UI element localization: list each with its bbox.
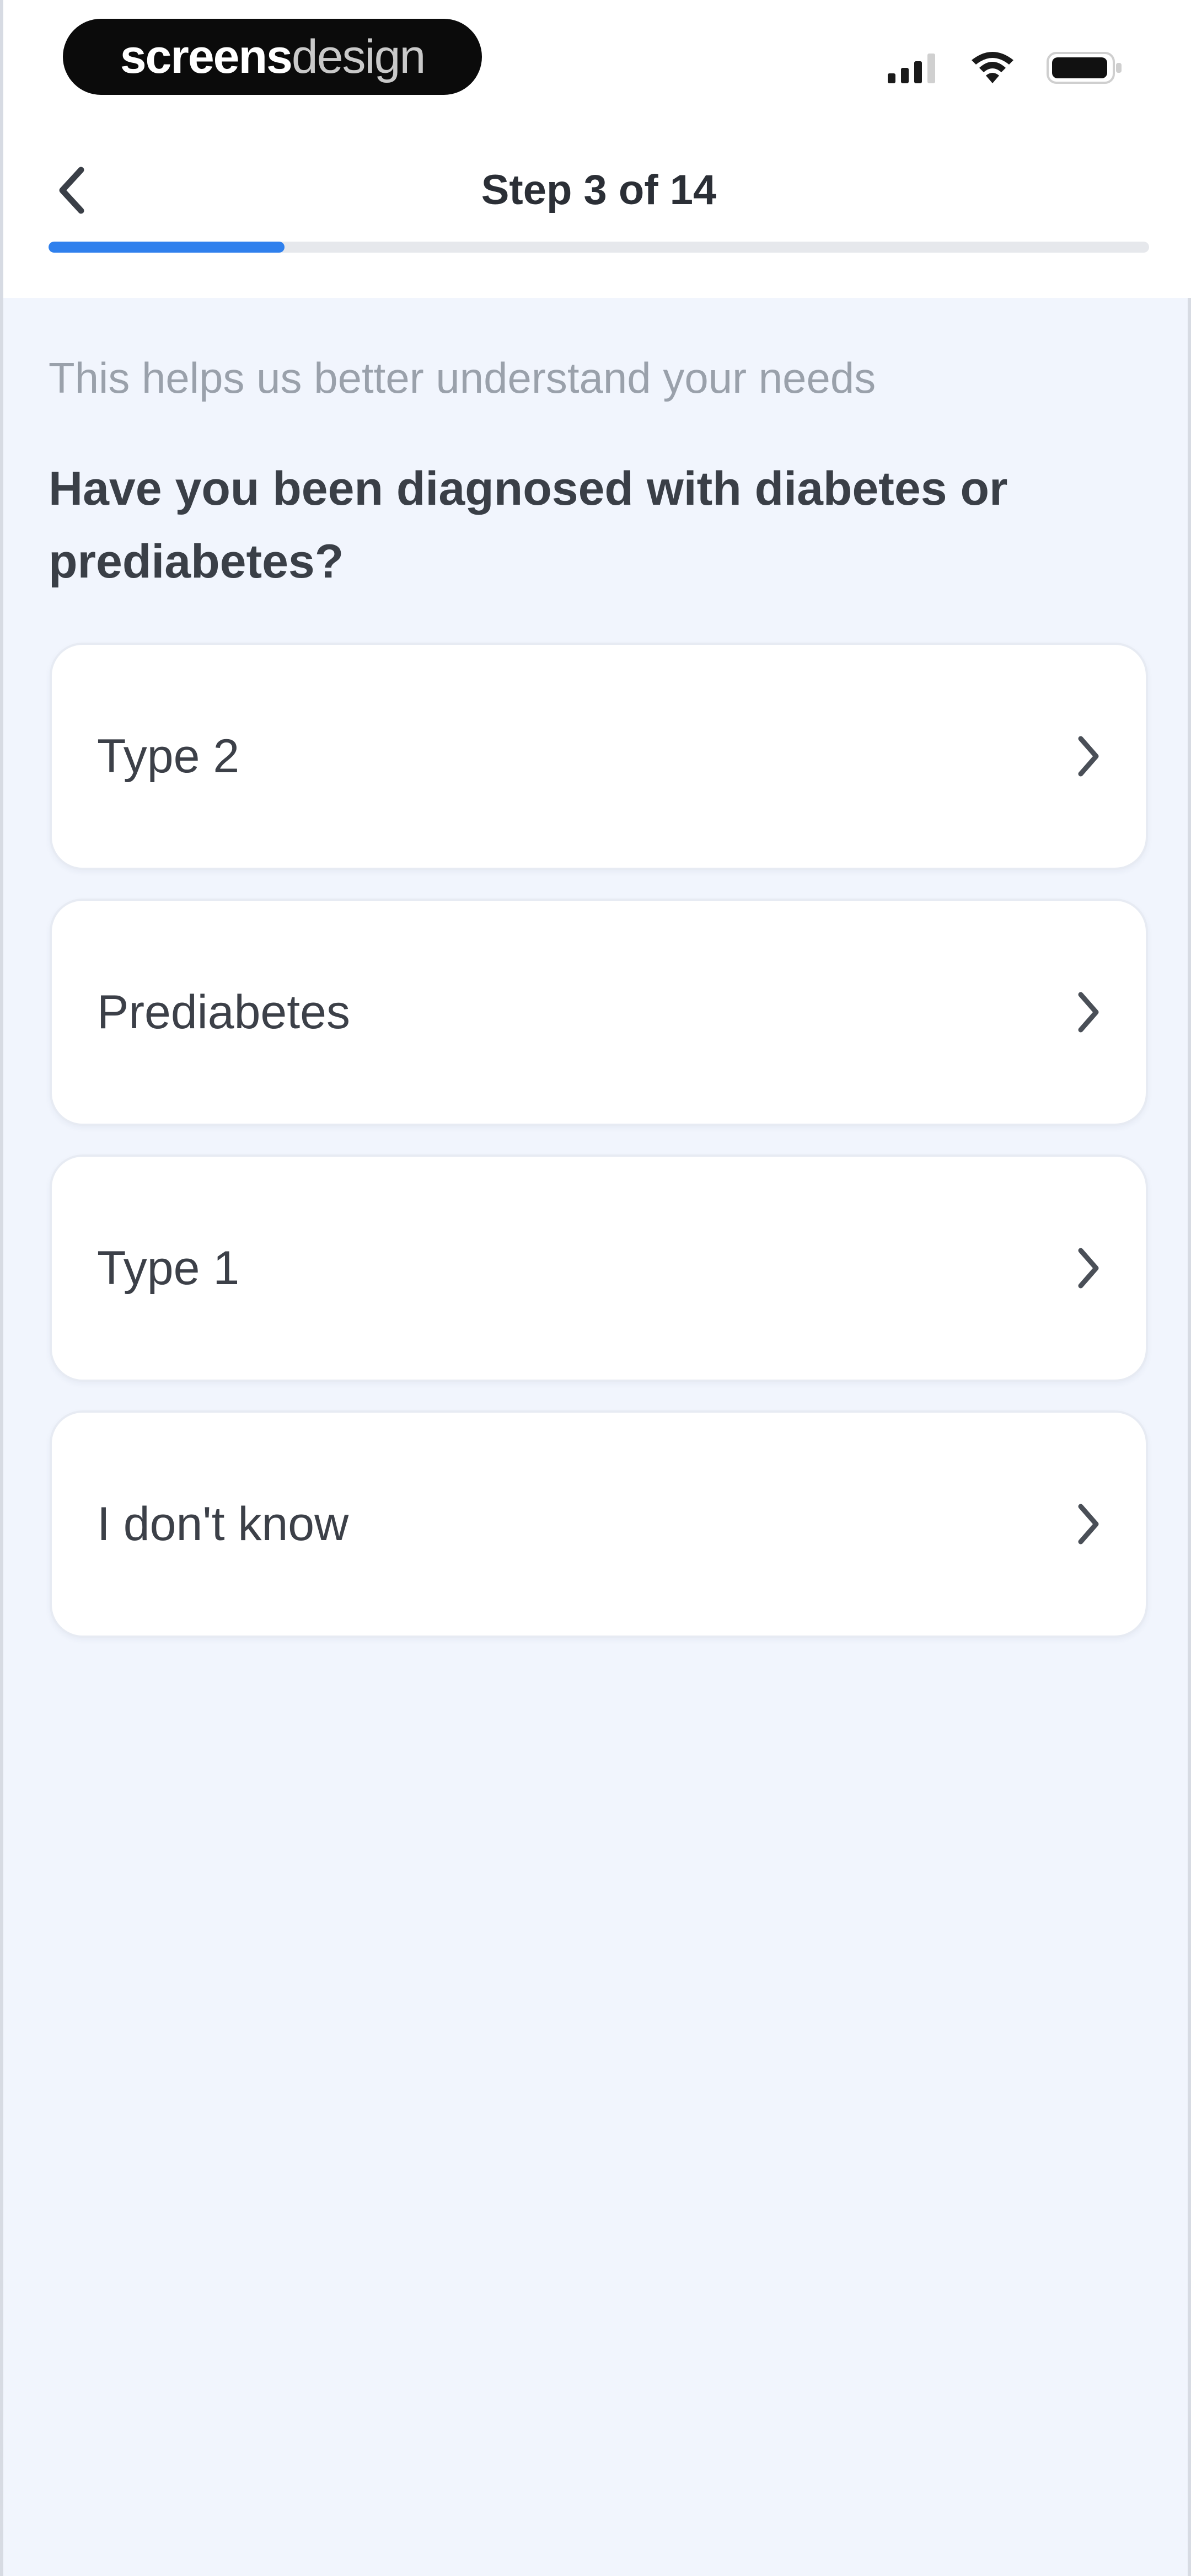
chevron-right-icon: [1074, 1413, 1102, 1636]
option-label: Prediabetes: [97, 985, 350, 1039]
option-label: Type 2: [97, 729, 240, 783]
step-title: Step 3 of 14: [481, 167, 717, 213]
brand-logo-strong: screens: [120, 30, 293, 83]
onboarding-screen: screens design Step 3 of 14 This helps u…: [0, 0, 1191, 2576]
cellular-signal-icon: [888, 52, 938, 83]
option-prediabetes[interactable]: Prediabetes: [50, 899, 1148, 1126]
progress-bar-fill: [49, 242, 285, 253]
question-subtitle: This helps us better understand your nee…: [49, 354, 876, 402]
status-icons: [888, 49, 1124, 87]
option-dont-know[interactable]: I don't know: [50, 1410, 1148, 1638]
option-label: Type 1: [97, 1241, 240, 1295]
option-label: I don't know: [97, 1497, 349, 1551]
battery-icon: [1047, 51, 1124, 85]
option-type-1[interactable]: Type 1: [50, 1155, 1148, 1382]
progress-bar: [49, 242, 1149, 253]
option-type-2[interactable]: Type 2: [50, 643, 1148, 870]
status-bar: screens design: [3, 0, 1191, 127]
brand-logo-light: design: [291, 30, 426, 83]
brand-logo: screens design: [63, 19, 482, 95]
chevron-right-icon: [1074, 1157, 1102, 1380]
chevron-right-icon: [1074, 901, 1102, 1124]
wifi-icon: [970, 51, 1015, 84]
chevron-right-icon: [1074, 645, 1102, 868]
header: Step 3 of 14: [3, 127, 1191, 298]
question-title: Have you been diagnosed with diabetes or…: [49, 462, 1008, 588]
answer-options: Type 2 Prediabetes Type 1 I don't know: [50, 643, 1148, 1666]
